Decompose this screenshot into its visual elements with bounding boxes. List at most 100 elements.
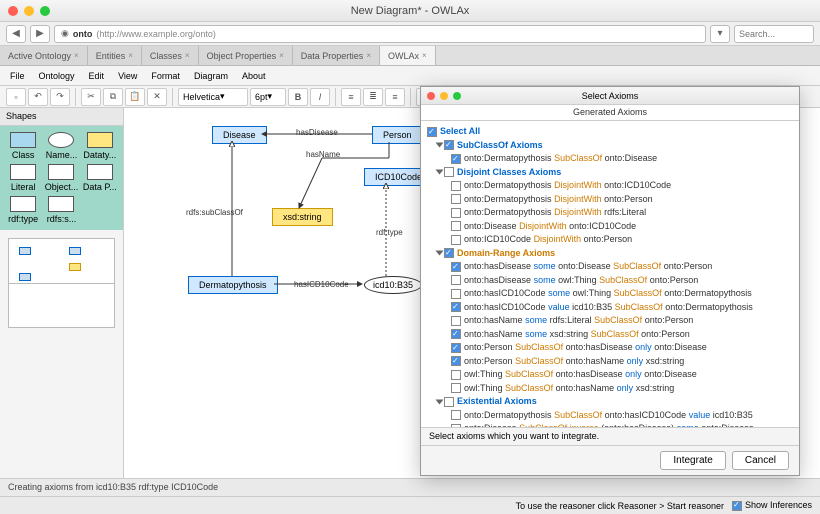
group-existential[interactable]: Existential Axioms xyxy=(457,396,537,406)
checkbox[interactable] xyxy=(427,127,437,137)
checkbox[interactable] xyxy=(444,397,454,407)
tab-owlax[interactable]: OWLAx× xyxy=(380,46,436,65)
close-icon[interactable]: × xyxy=(128,51,133,60)
dialog-close-icon[interactable] xyxy=(427,92,435,100)
close-icon[interactable]: × xyxy=(366,51,371,60)
axiom-tree[interactable]: Select All SubClassOf Axioms onto:Dermat… xyxy=(421,121,799,427)
axiom-item[interactable]: onto:hasName some rdfs:Literal SubClassO… xyxy=(451,314,793,328)
checkbox[interactable] xyxy=(451,262,461,272)
checkbox[interactable] xyxy=(451,329,461,339)
palette-datatype[interactable]: Dataty... xyxy=(83,132,117,160)
palette-named[interactable]: Name... xyxy=(44,132,78,160)
axiom-item[interactable]: onto:Dermatopythosis DisjointWith onto:I… xyxy=(451,179,793,193)
expand-icon[interactable] xyxy=(436,251,444,256)
axiom-item[interactable]: onto:hasDisease some owl:Thing SubClassO… xyxy=(451,274,793,288)
menu-view[interactable]: View xyxy=(118,71,137,81)
show-inferences-checkbox[interactable]: Show Inferences xyxy=(732,500,812,511)
axiom-item[interactable]: onto:Dermatopythosis SubClassOf onto:Dis… xyxy=(451,152,793,166)
paste-icon[interactable]: 📋 xyxy=(125,88,145,106)
tab-active-ontology[interactable]: Active Ontology× xyxy=(0,46,88,65)
checkbox[interactable] xyxy=(451,370,461,380)
tab-entities[interactable]: Entities× xyxy=(88,46,142,65)
dialog-max-icon[interactable] xyxy=(453,92,461,100)
close-icon[interactable]: × xyxy=(279,51,284,60)
expand-icon[interactable] xyxy=(436,143,444,148)
checkbox[interactable] xyxy=(444,140,454,150)
tab-data-properties[interactable]: Data Properties× xyxy=(293,46,380,65)
checkbox[interactable] xyxy=(451,383,461,393)
checkbox[interactable] xyxy=(451,181,461,191)
select-all[interactable]: Select All xyxy=(440,126,480,136)
axiom-item[interactable]: onto:ICD10Code DisjointWith onto:Person xyxy=(451,233,793,247)
axiom-item[interactable]: onto:Person SubClassOf onto:hasDisease o… xyxy=(451,341,793,355)
close-icon[interactable]: × xyxy=(422,51,427,60)
align-center-icon[interactable]: ≣ xyxy=(363,88,383,106)
node-icd10b35[interactable]: icd10:B35 xyxy=(364,276,422,294)
italic-icon[interactable]: I xyxy=(310,88,330,106)
menu-about[interactable]: About xyxy=(242,71,266,81)
node-person[interactable]: Person xyxy=(372,126,423,144)
forward-button[interactable]: ▶ xyxy=(30,25,50,43)
align-right-icon[interactable]: ≡ xyxy=(385,88,405,106)
node-dermato[interactable]: Dermatopythosis xyxy=(188,276,278,294)
palette-class[interactable]: Class xyxy=(6,132,40,160)
redo-icon[interactable]: ↷ xyxy=(50,88,70,106)
font-select[interactable]: Helvetica ▾ xyxy=(178,88,248,106)
axiom-item[interactable]: onto:Disease DisjointWith onto:ICD10Code xyxy=(451,220,793,234)
checkbox[interactable] xyxy=(451,343,461,353)
palette-literal[interactable]: Literal xyxy=(6,164,40,192)
cancel-button[interactable]: Cancel xyxy=(732,451,789,470)
save-icon[interactable]: ▫ xyxy=(6,88,26,106)
back-button[interactable]: ◀ xyxy=(6,25,26,43)
checkbox[interactable] xyxy=(451,194,461,204)
close-icon[interactable]: × xyxy=(185,51,190,60)
axiom-item[interactable]: onto:hasICD10Code some owl:Thing SubClas… xyxy=(451,287,793,301)
expand-icon[interactable] xyxy=(436,170,444,175)
dropdown-icon[interactable]: ◉ xyxy=(61,28,69,39)
checkbox[interactable] xyxy=(451,208,461,218)
group-domain-range[interactable]: Domain-Range Axioms xyxy=(457,248,555,258)
menu-ontology[interactable]: Ontology xyxy=(39,71,75,81)
expand-icon[interactable] xyxy=(436,399,444,404)
axiom-item[interactable]: onto:hasICD10Code value icd10:B35 SubCla… xyxy=(451,301,793,315)
dialog-min-icon[interactable] xyxy=(440,92,448,100)
checkbox[interactable] xyxy=(451,235,461,245)
axiom-item[interactable]: onto:Person SubClassOf onto:hasName only… xyxy=(451,355,793,369)
checkbox[interactable] xyxy=(451,316,461,326)
bold-icon[interactable]: B xyxy=(288,88,308,106)
checkbox[interactable] xyxy=(444,248,454,258)
cut-icon[interactable]: ✂ xyxy=(81,88,101,106)
palette-object-prop[interactable]: Object... xyxy=(44,164,78,192)
axiom-item[interactable]: onto:hasDisease some onto:Disease SubCla… xyxy=(451,260,793,274)
menu-edit[interactable]: Edit xyxy=(89,71,105,81)
align-left-icon[interactable]: ≡ xyxy=(341,88,361,106)
close-window-icon[interactable] xyxy=(8,6,18,16)
checkbox[interactable] xyxy=(451,221,461,231)
node-xsdstring[interactable]: xsd:string xyxy=(272,208,333,226)
fontsize-select[interactable]: 6pt ▾ xyxy=(250,88,286,106)
node-disease[interactable]: Disease xyxy=(212,126,267,144)
group-subclass[interactable]: SubClassOf Axioms xyxy=(457,140,543,150)
axiom-item[interactable]: owl:Thing SubClassOf onto:hasDisease onl… xyxy=(451,368,793,382)
tab-classes[interactable]: Classes× xyxy=(142,46,199,65)
palette-rdfs[interactable]: rdfs:s... xyxy=(44,196,78,224)
group-disjoint[interactable]: Disjoint Classes Axioms xyxy=(457,167,561,177)
axiom-item[interactable]: onto:Dermatopythosis DisjointWith rdfs:L… xyxy=(451,206,793,220)
dropdown-toggle[interactable]: ▾ xyxy=(710,25,730,43)
copy-icon[interactable]: ⧉ xyxy=(103,88,123,106)
axiom-item[interactable]: onto:hasName some xsd:string SubClassOf … xyxy=(451,328,793,342)
menu-format[interactable]: Format xyxy=(151,71,180,81)
delete-icon[interactable]: ✕ xyxy=(147,88,167,106)
menu-diagram[interactable]: Diagram xyxy=(194,71,228,81)
tab-object-properties[interactable]: Object Properties× xyxy=(199,46,293,65)
maximize-window-icon[interactable] xyxy=(40,6,50,16)
checkbox[interactable] xyxy=(451,154,461,164)
axiom-item[interactable]: onto:Dermatopythosis DisjointWith onto:P… xyxy=(451,193,793,207)
checkbox[interactable] xyxy=(451,410,461,420)
ontology-iri-field[interactable]: ◉ onto (http://www.example.org/onto) xyxy=(54,25,706,43)
palette-rdftype[interactable]: rdf:type xyxy=(6,196,40,224)
checkbox[interactable] xyxy=(451,356,461,366)
checkbox[interactable] xyxy=(451,302,461,312)
checkbox[interactable] xyxy=(451,275,461,285)
axiom-item[interactable]: owl:Thing SubClassOf onto:hasName only x… xyxy=(451,382,793,396)
